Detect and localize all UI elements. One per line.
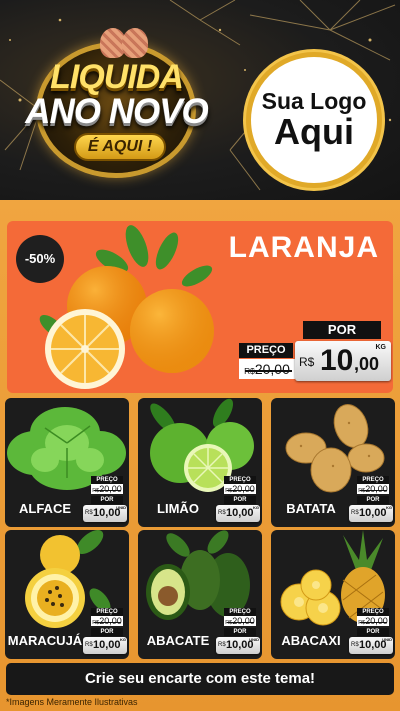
new-price-unit: KG — [375, 344, 387, 351]
product-price-tag: PREÇO R$20,00 POR R$ 10,00 UNID — [83, 476, 129, 524]
old-price: R$20,00 — [91, 484, 123, 494]
price-por-label: POR — [91, 628, 123, 636]
product-name: MARACUJÁ — [7, 633, 83, 648]
new-price: R$ 10,00 UNID — [349, 637, 393, 654]
old-price: R$20,00 — [357, 616, 389, 626]
logo-text-line1: Sua Logo — [261, 88, 367, 115]
price-por-label: POR — [224, 496, 256, 504]
old-price-strike — [227, 489, 255, 491]
new-price-unit: KG — [253, 505, 259, 510]
hero-offer-card: -50% LARANJA POR PREÇO 20,00 R$ 10 ,00 K… — [7, 221, 393, 393]
product-name: BATATA — [286, 501, 336, 516]
product-card: MARACUJÁ PREÇO R$20,00 POR R$ 10,00 KG — [5, 530, 129, 659]
discount-badge: -50% — [16, 235, 64, 283]
old-price-strike — [227, 621, 255, 623]
new-price-unit: UNID — [116, 505, 126, 510]
new-price-unit: KG — [120, 637, 126, 642]
new-price-currency: R$ — [299, 355, 315, 369]
new-price-decimals: ,00 — [354, 354, 380, 374]
product-card: ABACATE PREÇO R$20,00 POR R$ 10,00 UNID — [138, 530, 262, 659]
price-preco-label: PREÇO — [357, 608, 389, 616]
new-price-currency: R$ — [85, 642, 93, 648]
new-price-value: 10,00 — [226, 507, 254, 519]
price-por-label: POR — [357, 628, 389, 636]
price-por-label: POR — [303, 321, 381, 339]
price-preco-label: PREÇO — [357, 476, 389, 484]
price-preco-label: PREÇO — [239, 343, 293, 358]
hero-price-tag: POR PREÇO R$20,00 R$ 10 ,00 KG — [235, 321, 393, 385]
product-price-tag: PREÇO R$20,00 POR R$ 10,00 KG — [216, 476, 262, 524]
price-por-label: POR — [91, 496, 123, 504]
product-name: LIMÃO — [157, 501, 199, 516]
product-price-tag: PREÇO R$20,00 POR R$ 10,00 KG — [349, 476, 395, 524]
hero-product-name: LARANJA — [228, 231, 379, 264]
old-price-strike — [244, 370, 292, 372]
new-price: R$ 10,00 KG — [83, 637, 127, 654]
old-price: R$20,00 — [91, 616, 123, 626]
new-price: R$ 10,00 UNID — [216, 637, 260, 654]
old-price-strike — [94, 489, 122, 491]
new-price-unit: UNID — [249, 637, 259, 642]
price-preco-label: PREÇO — [91, 476, 123, 484]
old-price-strike — [94, 621, 122, 623]
price-por-label: POR — [224, 628, 256, 636]
new-price-currency: R$ — [85, 510, 93, 516]
old-price-strike — [360, 489, 388, 491]
new-price-currency: R$ — [351, 510, 359, 516]
price-preco-label: PREÇO — [91, 608, 123, 616]
offers-area: -50% LARANJA POR PREÇO 20,00 R$ 10 ,00 K… — [0, 200, 400, 711]
new-price: R$ 10,00 UNID — [83, 505, 127, 522]
product-card: ALFACE PREÇO R$20,00 POR R$ 10,00 UNID — [5, 398, 129, 527]
header-banner: LIQUIDA ANO NOVO É AQUI ! Sua Logo Aqui — [0, 0, 400, 200]
price-por-label: POR — [357, 496, 389, 504]
new-price-unit: UNID — [382, 637, 392, 642]
new-price-currency: R$ — [218, 510, 226, 516]
product-price-tag: PREÇO R$20,00 POR R$ 10,00 UNID — [216, 608, 262, 656]
product-card: LIMÃO PREÇO R$20,00 POR R$ 10,00 KG — [138, 398, 262, 527]
pineapple-crown-icon — [122, 28, 148, 58]
product-name: ABACAXI — [281, 633, 341, 648]
old-price: R$20,00 — [239, 359, 295, 379]
promo-pill-e-aqui: É AQUI ! — [74, 133, 166, 161]
new-price-currency: R$ — [351, 642, 359, 648]
product-price-tag: PREÇO R$20,00 POR R$ 10,00 UNID — [349, 608, 395, 656]
new-price-value: 10,00 — [359, 507, 387, 519]
new-price: R$ 10 ,00 KG — [295, 341, 391, 381]
new-price: R$ 10,00 KG — [349, 505, 393, 522]
logo-placeholder: Sua Logo Aqui — [246, 52, 382, 188]
old-price: R$20,00 — [357, 484, 389, 494]
cta-banner[interactable]: Crie seu encarte com este tema! — [6, 663, 394, 695]
price-preco-label: PREÇO — [224, 476, 256, 484]
promo-emblem: LIQUIDA ANO NOVO É AQUI ! — [14, 28, 219, 180]
new-price-value: 10,00 — [93, 639, 121, 651]
old-price: R$20,00 — [224, 484, 256, 494]
product-card: ABACAXI PREÇO R$20,00 POR R$ 10,00 UNID — [271, 530, 395, 659]
old-price-strike — [360, 621, 388, 623]
old-price: R$20,00 — [224, 616, 256, 626]
promo-title-ano-novo: ANO NOVO — [25, 92, 209, 131]
product-name: ALFACE — [19, 501, 71, 516]
new-price-currency: R$ — [218, 642, 226, 648]
product-price-tag: PREÇO R$20,00 POR R$ 10,00 KG — [83, 608, 129, 656]
price-preco-label: PREÇO — [224, 608, 256, 616]
new-price: R$ 10,00 KG — [216, 505, 260, 522]
old-price-value: 20,00 — [254, 361, 290, 377]
product-name: ABACATE — [146, 633, 210, 648]
new-price-unit: KG — [386, 505, 392, 510]
logo-text-line2: Aqui — [274, 111, 354, 153]
disclaimer-footnote: *Imagens Meramente Ilustrativas — [6, 697, 138, 707]
new-price-integer: 10 — [320, 344, 354, 377]
promo-title-liquida: LIQUIDA — [50, 58, 184, 96]
product-card: BATATA PREÇO R$20,00 POR R$ 10,00 KG — [271, 398, 395, 527]
